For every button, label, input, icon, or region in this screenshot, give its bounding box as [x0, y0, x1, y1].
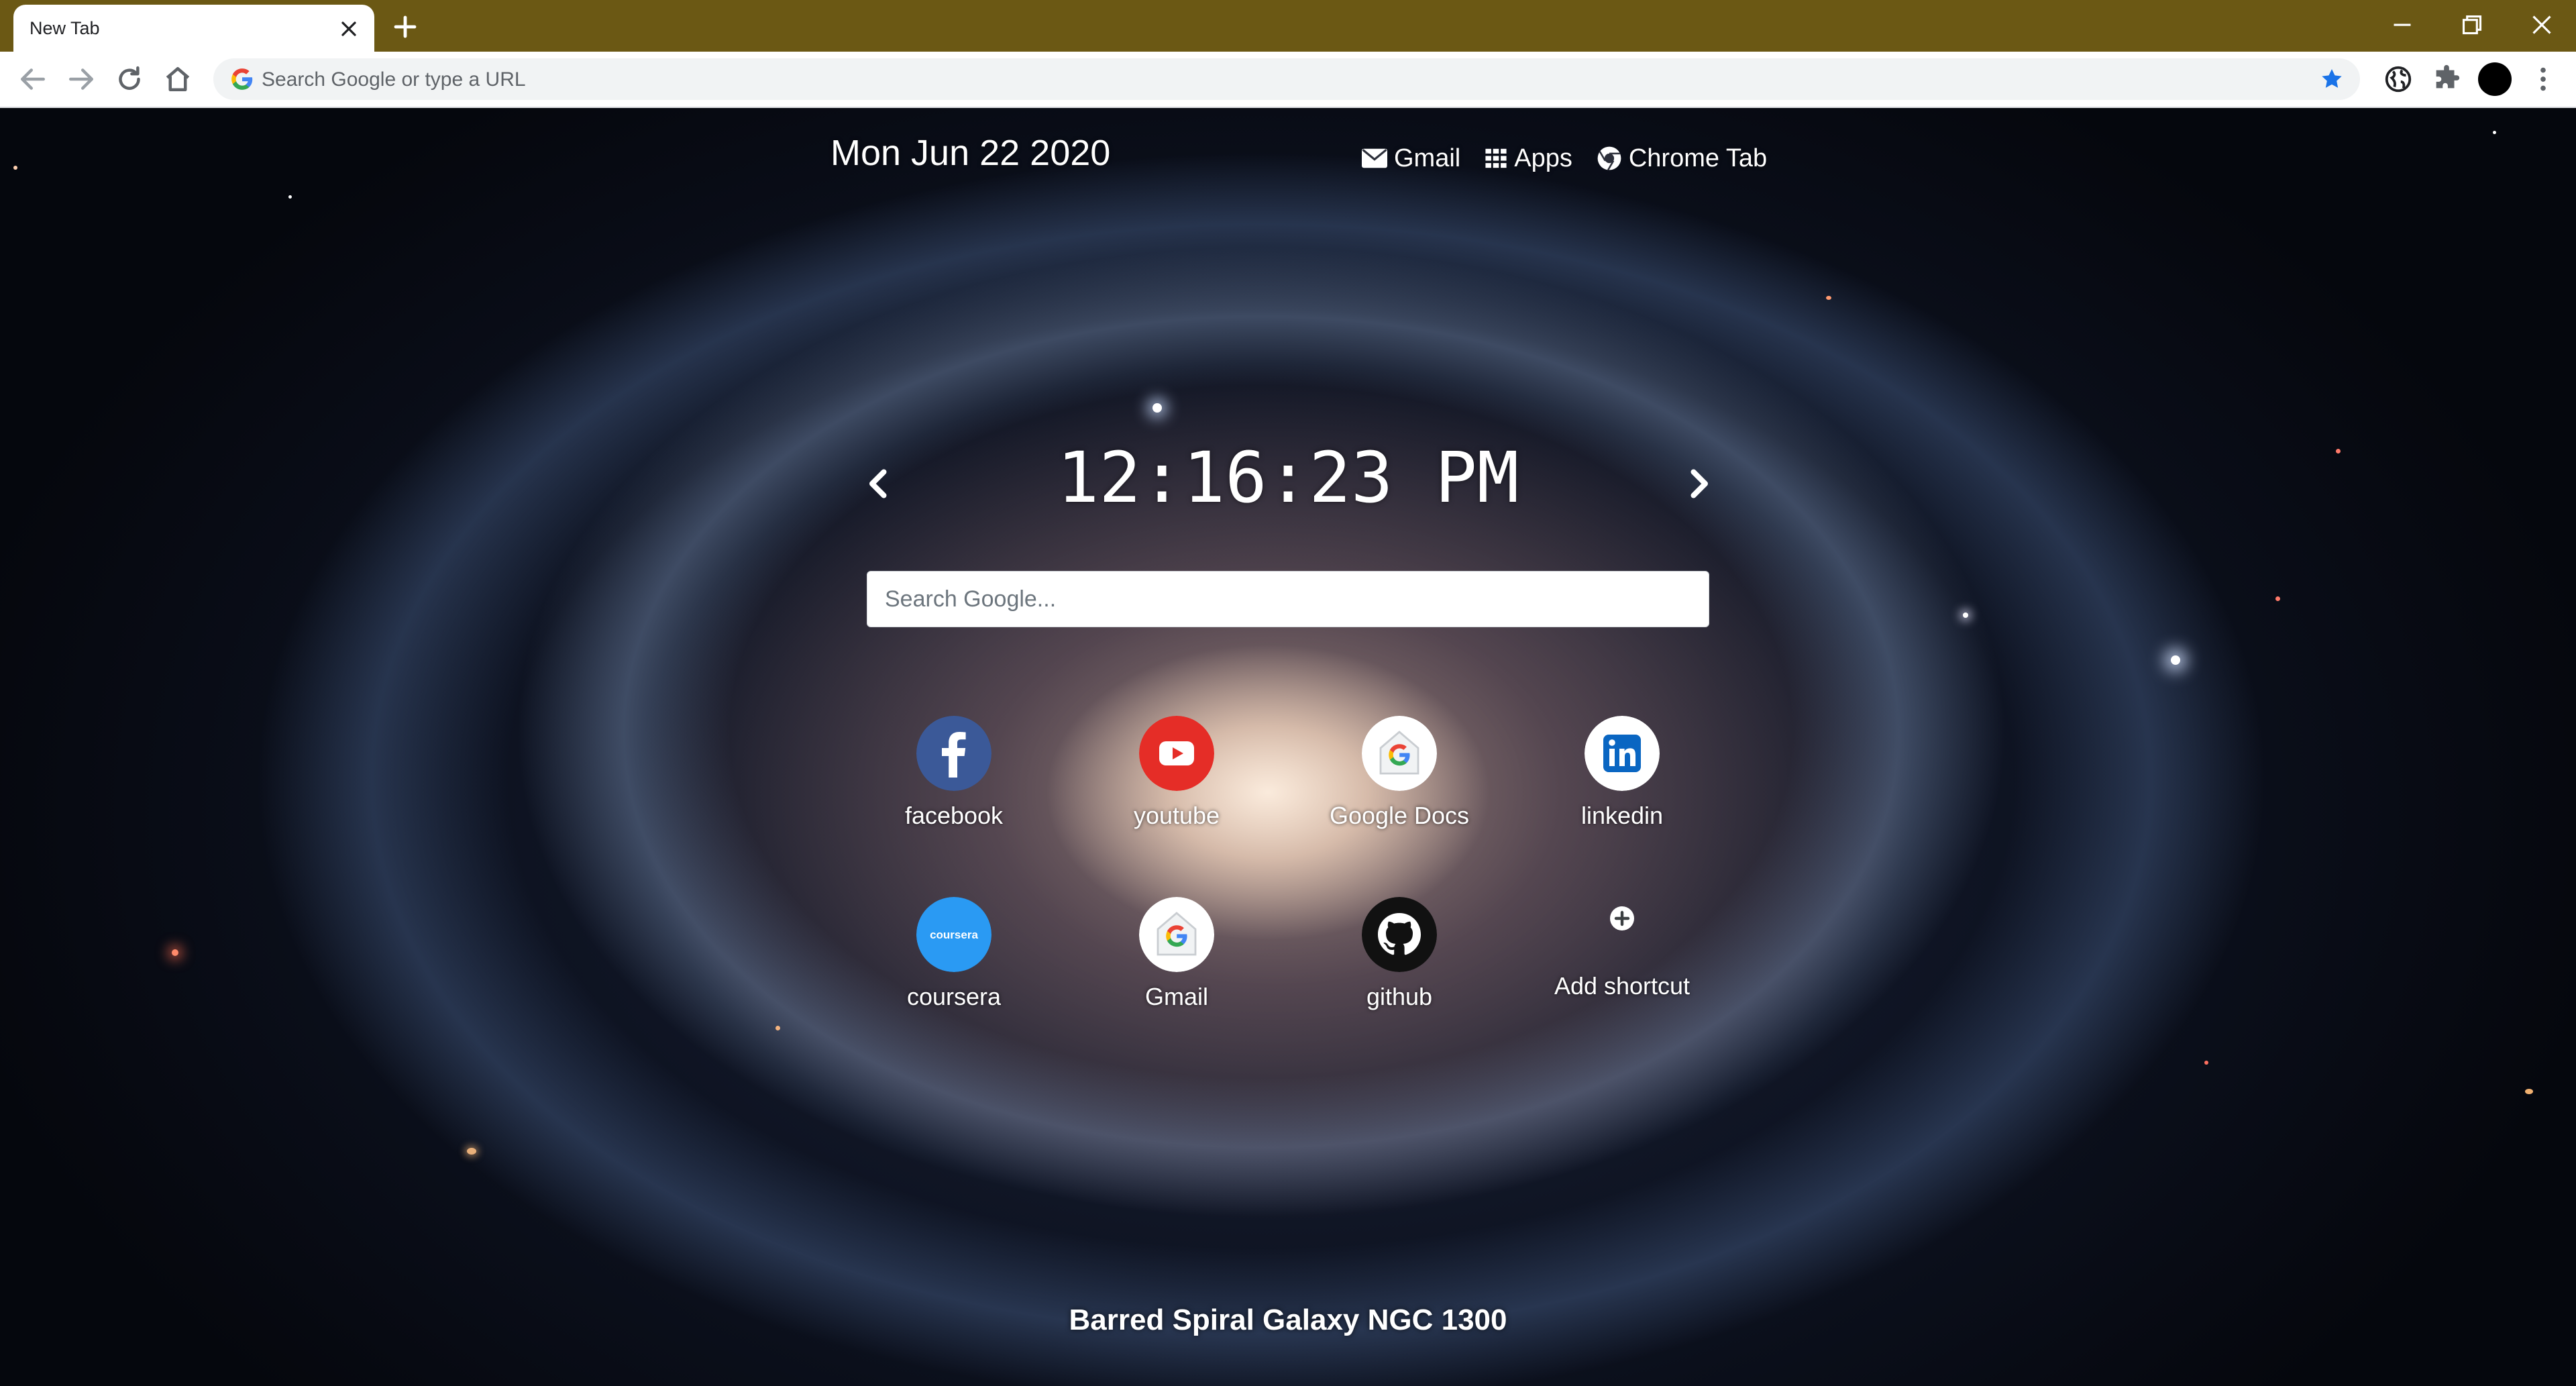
google-g-icon	[231, 68, 253, 90]
shortcut-coursera[interactable]: coursera coursera	[873, 897, 1034, 1051]
address-bar[interactable]: Search Google or type a URL	[213, 58, 2360, 100]
bookmark-star-icon[interactable]	[2318, 66, 2345, 93]
star-decoration	[2336, 449, 2341, 454]
apps-link-label: Apps	[1514, 144, 1572, 172]
star-decoration	[1963, 612, 1968, 618]
shortcut-label: coursera	[906, 983, 1002, 1010]
shortcut-label: facebook	[904, 802, 1004, 829]
gmail-link-label: Gmail	[1394, 144, 1461, 172]
more-vertical-icon[interactable]	[2528, 64, 2559, 95]
google-icon	[1362, 716, 1437, 791]
add-shortcut-button[interactable]: Add shortcut	[1542, 897, 1703, 1051]
chevron-left-icon[interactable]	[859, 464, 899, 504]
reload-icon[interactable]	[111, 61, 148, 97]
apps-grid-icon	[1485, 148, 1507, 168]
star-decoration	[1152, 403, 1162, 413]
profile-avatar[interactable]	[2478, 62, 2512, 96]
tab-new-tab[interactable]: New Tab	[13, 5, 374, 52]
tab-title: New Tab	[30, 18, 100, 38]
shortcut-label: youtube	[1133, 802, 1220, 829]
star-decoration	[1826, 296, 1831, 300]
globe-extension-icon[interactable]	[2383, 64, 2414, 95]
star-decoration	[2171, 655, 2180, 665]
apps-link[interactable]: Apps	[1485, 144, 1572, 173]
current-date: Mon Jun 22 2020	[830, 133, 1111, 173]
gmail-link[interactable]: Gmail	[1362, 144, 1460, 173]
github-icon	[1362, 897, 1437, 972]
star-decoration	[13, 166, 17, 170]
home-icon[interactable]	[160, 61, 196, 97]
search-input[interactable]	[867, 571, 1709, 627]
shortcut-youtube[interactable]: youtube	[1096, 716, 1257, 870]
close-icon[interactable]	[337, 17, 361, 41]
top-links: Gmail Apps Chrome Tab	[1362, 142, 1767, 175]
linkedin-icon	[1585, 716, 1660, 791]
new-tab-page: Mon Jun 22 2020 Gmail Apps Chrome Tab 12…	[0, 108, 2576, 1386]
star-decoration	[288, 195, 292, 199]
new-tab-plus-icon[interactable]	[389, 11, 421, 43]
minimize-icon[interactable]	[2385, 8, 2419, 42]
chevron-right-icon[interactable]	[1678, 464, 1719, 504]
shortcut-google-docs[interactable]: Google Docs	[1319, 716, 1480, 870]
mail-icon	[1362, 148, 1387, 168]
star-decoration	[2525, 1089, 2533, 1094]
star-decoration	[172, 949, 178, 956]
google-icon	[1139, 897, 1214, 972]
star-decoration	[775, 1026, 780, 1030]
shortcut-linkedin[interactable]: linkedin	[1542, 716, 1703, 870]
restore-icon[interactable]	[2455, 8, 2489, 42]
clock: 12:16:23 PM	[1057, 437, 1519, 519]
coursera-icon: coursera	[916, 897, 991, 972]
extensions-puzzle-icon[interactable]	[2431, 64, 2462, 95]
plus-icon	[1585, 897, 1660, 972]
browser-toolbar: Search Google or type a URL	[0, 52, 2576, 108]
coursera-icon-text: coursera	[930, 928, 978, 941]
shortcut-github[interactable]: github	[1319, 897, 1480, 1051]
address-placeholder: Search Google or type a URL	[262, 68, 526, 91]
shortcut-label: Gmail	[1144, 983, 1208, 1010]
back-arrow-icon[interactable]	[15, 61, 51, 97]
star-decoration	[2493, 131, 2496, 134]
chrome-tab-link-label: Chrome Tab	[1628, 144, 1768, 172]
chrome-tab-link[interactable]: Chrome Tab	[1597, 144, 1767, 173]
facebook-icon	[916, 716, 991, 791]
forward-arrow-icon[interactable]	[63, 61, 99, 97]
browser-titlebar: New Tab	[0, 0, 2576, 52]
shortcut-label: linkedin	[1580, 802, 1664, 829]
youtube-icon	[1139, 716, 1214, 791]
chrome-icon	[1597, 146, 1621, 171]
shortcut-facebook[interactable]: facebook	[873, 716, 1034, 870]
background-caption: Barred Spiral Galaxy NGC 1300	[1069, 1303, 1507, 1336]
shortcut-label: Add shortcut	[1554, 972, 1690, 1000]
star-decoration	[2204, 1061, 2208, 1065]
window-close-icon[interactable]	[2525, 8, 2559, 42]
star-decoration	[467, 1148, 476, 1155]
star-decoration	[2275, 596, 2280, 601]
shortcut-label: Google Docs	[1329, 802, 1470, 829]
shortcut-gmail[interactable]: Gmail	[1096, 897, 1257, 1051]
shortcut-label: github	[1366, 983, 1433, 1010]
